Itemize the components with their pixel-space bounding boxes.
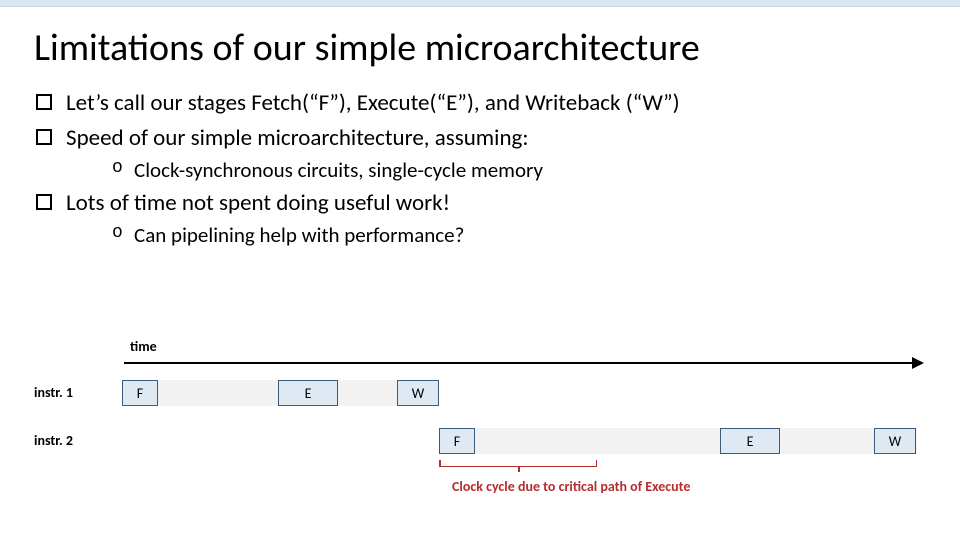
bullet-item: Let’s call our stages Fetch(“F”), Execut… <box>36 89 926 118</box>
bullet-text: Speed of our simple microarchitecture, a… <box>66 124 529 152</box>
sub-bullet-list: Can pipelining help with performance? <box>112 222 926 248</box>
time-axis-arrowhead-icon <box>912 357 924 369</box>
bullet-text: Let’s call our stages Fetch(“F”), Execut… <box>66 89 680 117</box>
row-label-instr-2: instr. 2 <box>34 432 73 449</box>
stage-execute: E <box>720 428 780 454</box>
row-label-instr-1: instr. 1 <box>34 384 73 401</box>
bullet-item: Speed of our simple microarchitecture, a… <box>36 124 926 183</box>
bullet-list: Let’s call our stages Fetch(“F”), Execut… <box>36 89 926 248</box>
sub-bullet-text: Can pipelining help with performance? <box>134 222 464 248</box>
accent-bar <box>0 0 960 7</box>
bullet-text: Lots of time not spent doing useful work… <box>66 189 450 217</box>
slide-title: Limitations of our simple microarchitect… <box>34 25 926 71</box>
stage-fetch: F <box>439 428 475 454</box>
stage-writeback: W <box>874 428 916 454</box>
stage-writeback: W <box>397 380 439 406</box>
stage-execute: E <box>278 380 338 406</box>
sub-bullet-text: Clock-synchronous circuits, single-cycle… <box>134 157 543 183</box>
pipeline-track <box>439 428 917 454</box>
stage-fetch: F <box>122 380 158 406</box>
slide-body: Limitations of our simple microarchitect… <box>0 7 960 248</box>
bullet-item: Lots of time not spent doing useful work… <box>36 189 926 248</box>
clock-cycle-brace-tip <box>518 466 520 472</box>
sub-bullet-item: Can pipelining help with performance? <box>112 222 926 248</box>
sub-bullet-list: Clock-synchronous circuits, single-cycle… <box>112 157 926 183</box>
time-axis-line <box>124 362 914 364</box>
sub-bullet-item: Clock-synchronous circuits, single-cycle… <box>112 157 926 183</box>
time-axis-label: time <box>130 338 157 355</box>
clock-cycle-caption: Clock cycle due to critical path of Exec… <box>452 478 690 495</box>
